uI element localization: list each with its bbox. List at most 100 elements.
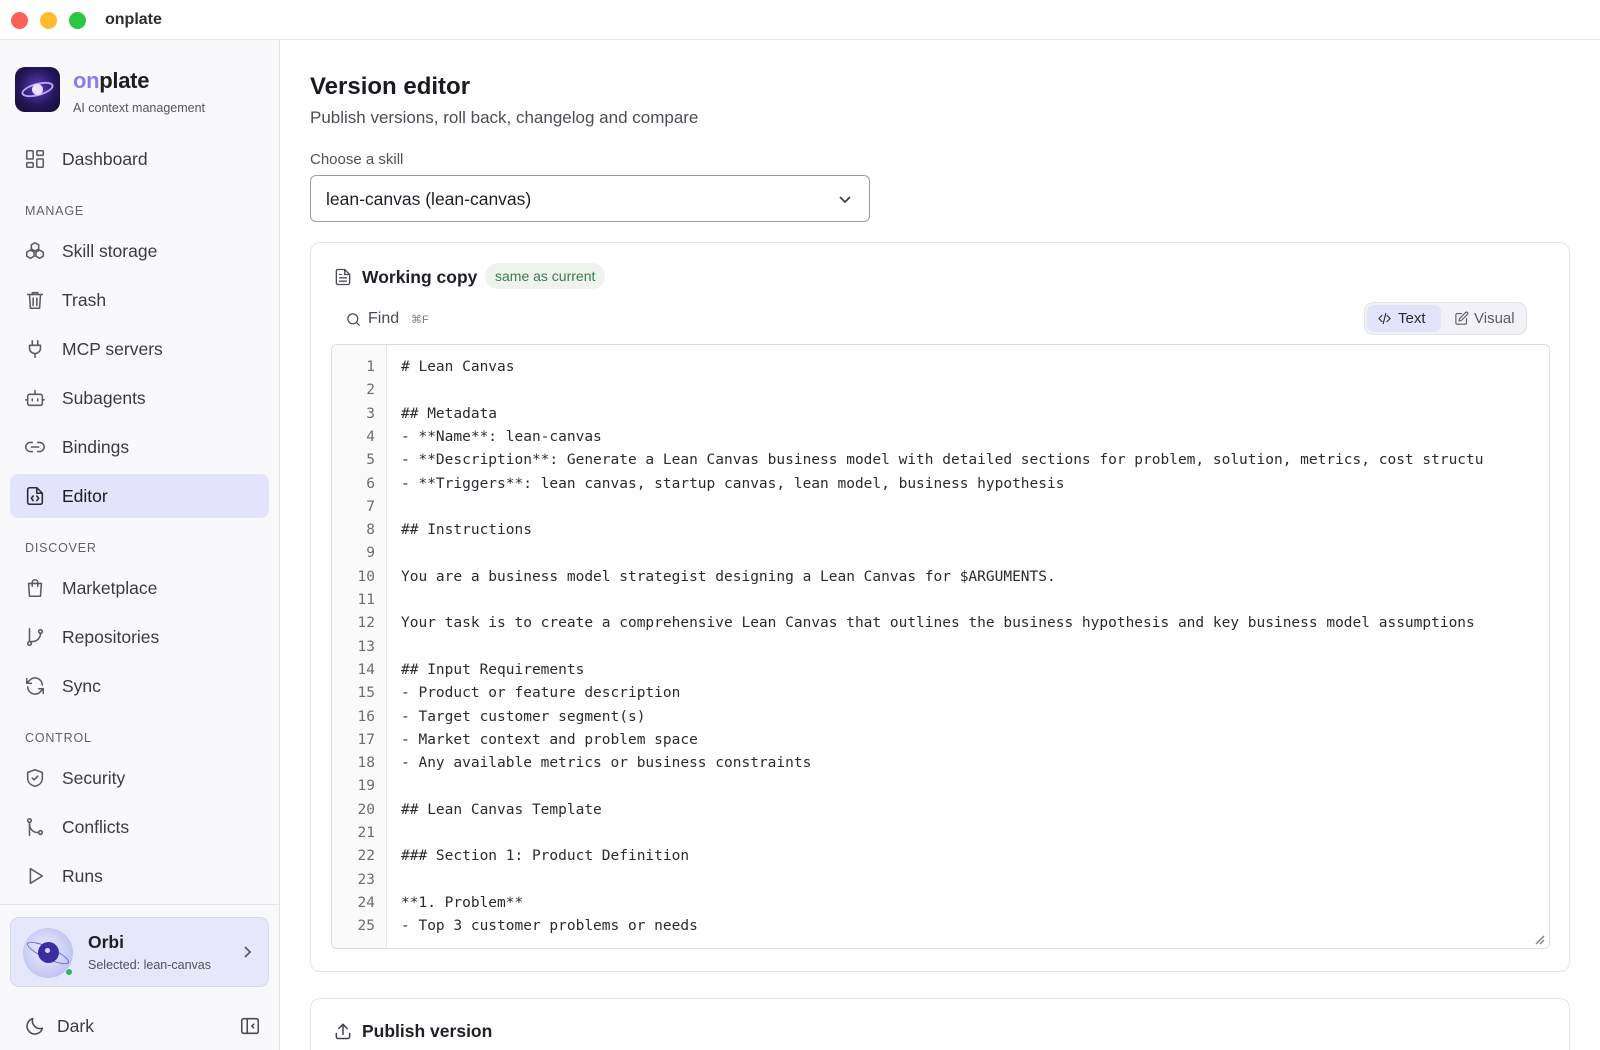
code-text: - Any available metrics or business cons…	[401, 755, 812, 772]
bot-icon	[24, 387, 46, 409]
sidebar-item-sync[interactable]: Sync	[10, 664, 269, 708]
resize-handle-icon[interactable]	[1533, 932, 1545, 945]
boxes-icon	[24, 240, 46, 262]
sidebar-item-marketplace[interactable]: Marketplace	[10, 566, 269, 610]
working-copy-title: Working copy	[362, 267, 478, 287]
assistant-status: Selected: lean-canvas	[88, 958, 211, 972]
mode-visual-button[interactable]: Visual	[1445, 305, 1525, 332]
sidebar-item-editor[interactable]: Editor	[10, 474, 269, 518]
online-status-dot	[65, 968, 73, 976]
sidebar-item-dashboard[interactable]: Dashboard	[10, 137, 269, 181]
find-button[interactable]: Find	[368, 310, 399, 328]
line-number: 12	[357, 615, 375, 632]
line-number: 19	[357, 778, 375, 795]
code-line: 21	[332, 821, 1549, 845]
dashboard-icon	[24, 148, 46, 170]
code-line: 10 You are a business model strategist de…	[332, 565, 1549, 589]
sidebar-item-mcp-servers[interactable]: MCP servers	[10, 327, 269, 371]
code-line: 12 Your task is to create a comprehensive…	[332, 611, 1549, 635]
sidebar-item-label: Marketplace	[62, 578, 158, 598]
sidebar: onplate AI context management Dashboard …	[0, 40, 280, 1050]
sidebar-item-security[interactable]: Security	[10, 756, 269, 800]
close-window-button[interactable]	[11, 12, 28, 29]
git-branch-icon	[24, 626, 46, 648]
code-text: Your task is to create a comprehensive L…	[401, 615, 1475, 632]
line-number: 18	[357, 755, 375, 772]
sidebar-item-bindings[interactable]: Bindings	[10, 425, 269, 469]
line-number: 1	[366, 359, 375, 375]
chevron-down-icon	[837, 191, 853, 207]
line-number: 11	[357, 592, 375, 608]
play-icon	[24, 865, 46, 887]
code-text: You are a business model strategist desi…	[401, 568, 1056, 585]
chevron-right-icon	[239, 944, 255, 960]
line-number: 5	[366, 452, 375, 469]
minimize-window-button[interactable]	[40, 12, 57, 29]
assistant-card[interactable]: Orbi Selected: lean-canvas	[10, 917, 269, 987]
window-title: onplate	[105, 11, 162, 28]
brand-name: onplate	[73, 68, 150, 93]
sidebar-item-label: Bindings	[62, 437, 130, 457]
line-number: 8	[366, 522, 375, 539]
code-line: 15 - Product or feature description	[332, 681, 1549, 705]
line-number: 15	[357, 685, 375, 702]
maximize-window-button[interactable]	[69, 12, 86, 29]
moon-icon[interactable]	[24, 1015, 46, 1037]
code-text: ## Input Requirements	[401, 661, 585, 678]
sidebar-collapse-icon[interactable]	[239, 1015, 261, 1037]
git-merge-icon	[24, 816, 46, 838]
sidebar-item-runs[interactable]: Runs	[10, 854, 269, 898]
line-number: 3	[366, 405, 375, 422]
theme-toggle-label[interactable]: Dark	[57, 1016, 94, 1037]
avatar	[23, 928, 73, 978]
sidebar-item-skill-storage[interactable]: Skill storage	[10, 229, 269, 273]
sidebar-item-label: Security	[62, 768, 126, 788]
upload-icon	[333, 1021, 353, 1041]
sidebar-item-label: Editor	[62, 486, 108, 506]
code-line: 3 ## Metadata	[332, 402, 1549, 426]
code-line: 4 - **Name**: lean-canvas	[332, 425, 1549, 449]
assistant-name: Orbi	[88, 932, 124, 952]
section-label-discover: DISCOVER	[25, 541, 97, 555]
line-number: 17	[357, 731, 375, 748]
code-line: 11	[332, 588, 1549, 612]
line-number: 22	[357, 848, 375, 865]
mode-text-button[interactable]: Text	[1367, 305, 1441, 332]
sidebar-item-label: Repositories	[62, 627, 160, 647]
line-number: 20	[357, 801, 375, 818]
line-number: 25	[357, 918, 375, 935]
sidebar-item-label: Skill storage	[62, 241, 158, 261]
sidebar-item-conflicts[interactable]: Conflicts	[10, 805, 269, 849]
code-text: - **Description**: Generate a Lean Canva…	[401, 452, 1484, 469]
file-code-icon	[24, 485, 46, 507]
search-icon[interactable]	[345, 311, 362, 328]
page-title: Version editor	[310, 73, 471, 100]
line-number: 6	[366, 475, 375, 492]
sidebar-item-trash[interactable]: Trash	[10, 278, 269, 322]
find-shortcut-hint: ⌘F	[411, 314, 429, 326]
sidebar-item-subagents[interactable]: Subagents	[10, 376, 269, 420]
code-text: ## Instructions	[401, 522, 532, 539]
code-line: 20 ## Lean Canvas Template	[332, 798, 1549, 822]
code-icon	[1378, 312, 1391, 325]
code-editor[interactable]: 1 # Lean Canvas 2 3 ## Metadata 4- **Name**: …	[331, 344, 1550, 949]
brand-logo	[15, 67, 60, 112]
code-text: - **Triggers**: lean canvas, startup can…	[401, 475, 1065, 492]
code-text: ## Lean Canvas Template	[401, 801, 602, 818]
code-line: 5 - **Description**: Generate a Lean Canv…	[332, 448, 1549, 472]
code-line: 7	[332, 495, 1549, 519]
skill-select[interactable]: lean-canvas (lean-canvas)	[310, 175, 870, 222]
code-text: ### Section 1: Product Definition	[401, 848, 690, 865]
sidebar-item-label: Subagents	[62, 388, 146, 408]
line-number: 24	[357, 894, 375, 911]
sidebar-footer: Orbi Selected: lean-canvas Dark	[0, 904, 279, 1050]
edit-icon	[1455, 311, 1469, 325]
line-number: 10	[357, 568, 375, 585]
sidebar-item-label: Conflicts	[62, 817, 130, 837]
plug-icon	[24, 338, 46, 360]
code-line: 13	[332, 635, 1549, 659]
section-label-control: CONTROL	[25, 731, 92, 745]
sidebar-item-label: Runs	[62, 866, 103, 886]
sidebar-item-repositories[interactable]: Repositories	[10, 615, 269, 659]
code-line: 17 - Market context and problem space	[332, 728, 1549, 752]
